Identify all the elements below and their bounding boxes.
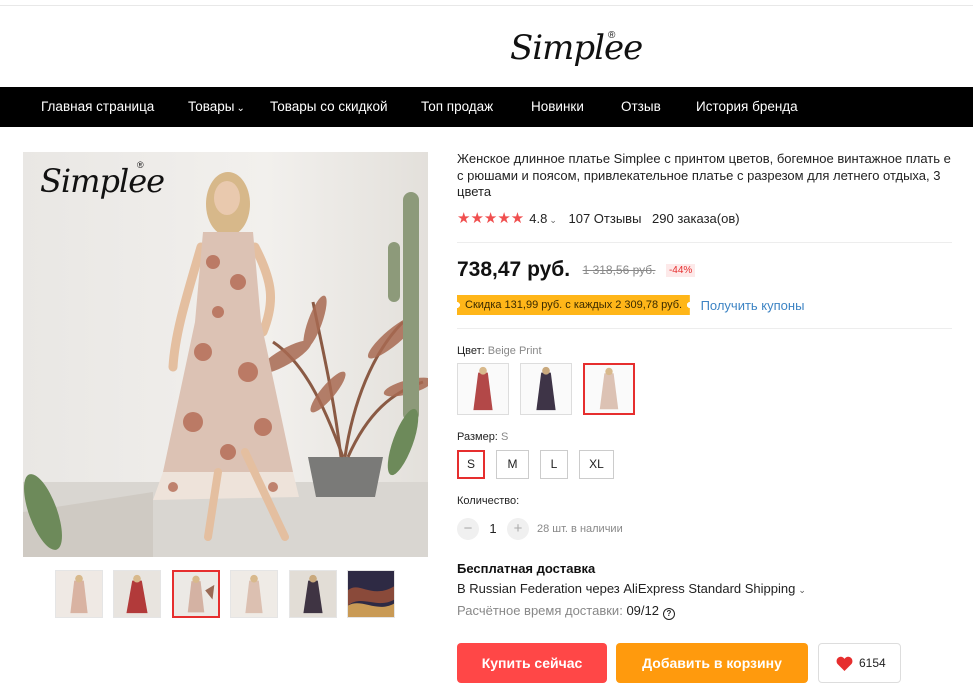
product-title: Женское длинное платье Simplee с принтом… bbox=[457, 151, 951, 199]
star-rating-icon: ★★★★★ bbox=[457, 210, 525, 227]
nav-feedback[interactable]: Отзыв bbox=[621, 87, 661, 127]
thumbnail-2[interactable] bbox=[113, 570, 161, 618]
current-price: 738,47 руб. bbox=[457, 258, 571, 281]
nav-sale[interactable]: Товары со скидкой bbox=[270, 87, 388, 127]
wishlist-count: 6154 bbox=[859, 656, 886, 670]
color-label: Цвет: Beige Print bbox=[457, 345, 542, 357]
size-option-m[interactable]: M bbox=[496, 450, 529, 479]
shipping-method[interactable]: В Russian Federation через AliExpress St… bbox=[457, 581, 806, 596]
thumbnail-1[interactable] bbox=[55, 570, 103, 618]
thumbnail-4[interactable] bbox=[230, 570, 278, 618]
coupon-row: Скидка 131,99 руб. с каждых 2 309,78 руб… bbox=[457, 295, 804, 315]
store-nav: Главная страница Товары ⌄ Товары со скидк… bbox=[0, 87, 973, 127]
rating-value[interactable]: 4.8 bbox=[529, 211, 547, 226]
divider bbox=[457, 242, 952, 243]
product-photo bbox=[23, 152, 428, 557]
coupon-badge: Скидка 131,99 руб. с каждых 2 309,78 руб… bbox=[457, 295, 691, 315]
heart-icon bbox=[836, 656, 853, 671]
chevron-down-icon: ⌄ bbox=[798, 585, 806, 595]
nav-products-label: Товары bbox=[188, 99, 235, 114]
registered-mark: ® bbox=[608, 30, 616, 41]
thumbnail-3[interactable] bbox=[172, 570, 220, 618]
shipping-method-text: В Russian Federation через AliExpress St… bbox=[457, 581, 796, 596]
price-row: 738,47 руб. 1 318,56 руб. -44% bbox=[457, 258, 696, 284]
divider bbox=[457, 328, 952, 329]
delivery-estimate: Расчётное время доставки: 09/12? bbox=[457, 603, 675, 620]
color-label-text: Цвет: bbox=[457, 345, 485, 357]
brand-header: Simplee ® bbox=[0, 6, 973, 87]
quantity-increase-button[interactable]: + bbox=[507, 518, 529, 540]
rating-row: ★★★★★ 4.8 ⌄ 107 Отзывы 290 заказа(ов) bbox=[457, 210, 740, 228]
discount-badge: -44% bbox=[665, 263, 696, 277]
product-main-image[interactable]: Simplee ® bbox=[23, 152, 428, 557]
size-option-s[interactable]: S bbox=[457, 450, 485, 479]
chevron-down-icon[interactable]: ⌄ bbox=[549, 215, 557, 225]
brand-logo[interactable]: Simplee bbox=[510, 28, 643, 68]
quantity-label: Количество: bbox=[457, 495, 520, 507]
size-option-xl[interactable]: XL bbox=[579, 450, 614, 479]
color-option-navy[interactable] bbox=[520, 363, 572, 415]
stock-count: 28 шт. в наличии bbox=[537, 523, 623, 535]
nav-top-sellers[interactable]: Топ продаж bbox=[421, 87, 493, 127]
image-watermark-logo: Simplee bbox=[40, 162, 165, 200]
quantity-decrease-button[interactable]: − bbox=[457, 518, 479, 540]
delivery-estimate-value: 09/12 bbox=[626, 603, 659, 618]
help-icon[interactable]: ? bbox=[662, 608, 675, 620]
get-coupons-link[interactable]: Получить купоны bbox=[701, 298, 805, 313]
delivery-estimate-label: Расчётное время доставки: bbox=[457, 603, 623, 618]
buy-now-button[interactable]: Купить сейчас bbox=[457, 643, 607, 683]
size-option-l[interactable]: L bbox=[540, 450, 568, 479]
thumbnail-6[interactable] bbox=[347, 570, 395, 618]
nav-products[interactable]: Товары ⌄ bbox=[188, 87, 245, 127]
nav-brand-story[interactable]: История бренда bbox=[696, 87, 798, 127]
color-option-red[interactable] bbox=[457, 363, 509, 415]
old-price: 1 318,56 руб. bbox=[582, 263, 656, 277]
quantity-value[interactable]: 1 bbox=[487, 520, 499, 538]
size-label: Размер: S bbox=[457, 431, 508, 443]
add-to-cart-button[interactable]: Добавить в корзину bbox=[616, 643, 808, 683]
nav-new[interactable]: Новинки bbox=[531, 87, 584, 127]
thumbnail-5[interactable] bbox=[289, 570, 337, 618]
orders-count: 290 заказа(ов) bbox=[652, 211, 740, 226]
chevron-down-icon: ⌄ bbox=[236, 103, 245, 114]
nav-home[interactable]: Главная страница bbox=[41, 87, 154, 127]
color-value: Beige Print bbox=[487, 345, 542, 357]
image-watermark-reg: ® bbox=[137, 160, 144, 170]
size-value: S bbox=[500, 431, 509, 443]
wishlist-button[interactable]: 6154 bbox=[818, 643, 901, 683]
shipping-title: Бесплатная доставка bbox=[457, 561, 596, 576]
reviews-link[interactable]: 107 Отзывы bbox=[569, 211, 642, 226]
size-label-text: Размер: bbox=[457, 431, 498, 443]
color-option-beige[interactable] bbox=[583, 363, 635, 415]
